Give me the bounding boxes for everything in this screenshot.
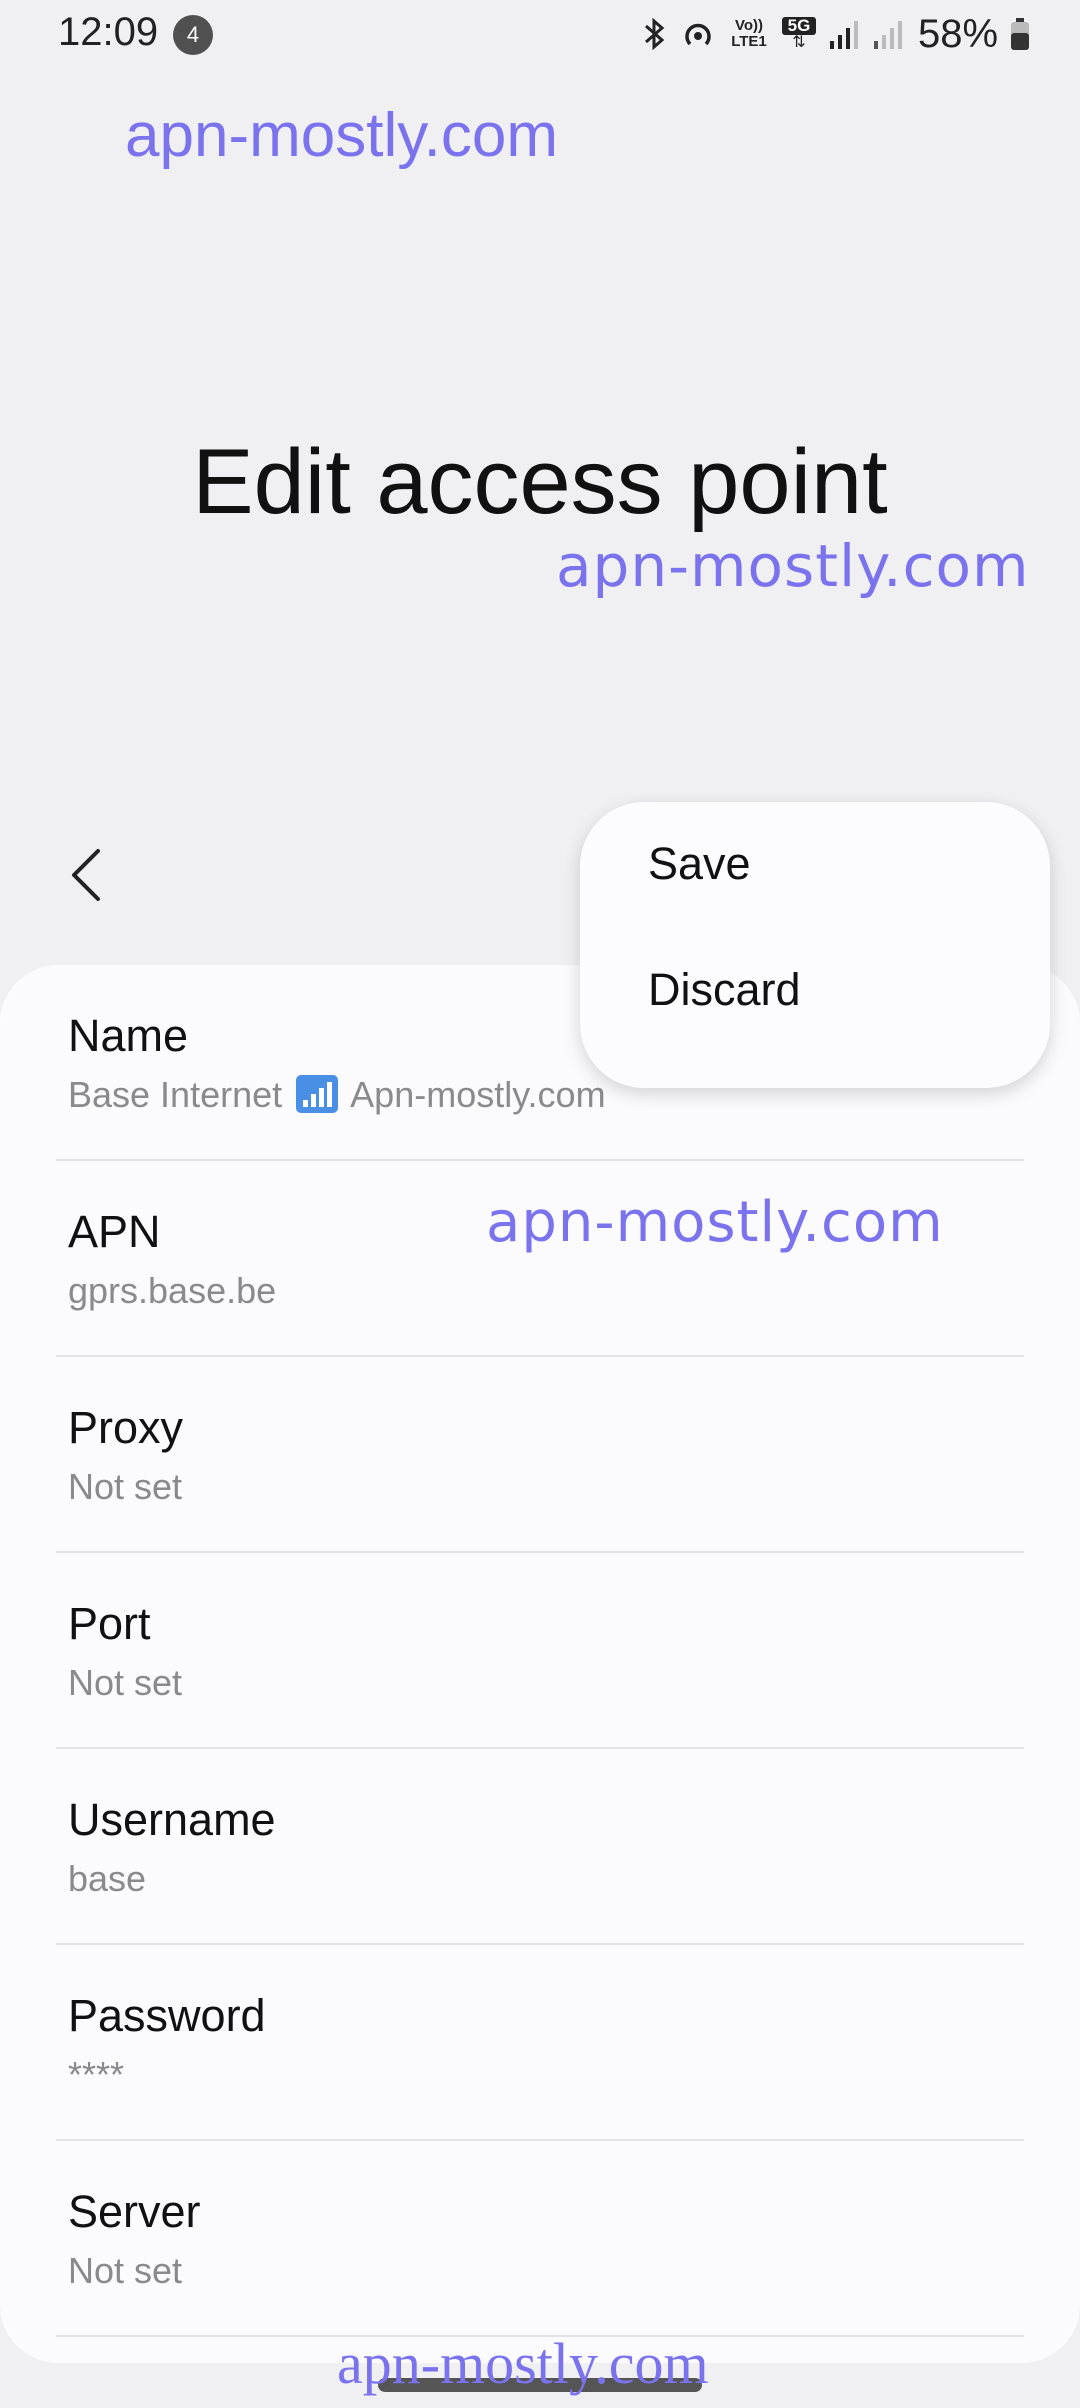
battery-percentage: 58%: [918, 11, 999, 56]
watermark-text: apn-mostly.com: [337, 2331, 709, 2396]
status-bar: 12:09 4 Vo)) LTE1 5G ⇅ 58%: [0, 0, 1080, 70]
back-button[interactable]: [58, 835, 118, 915]
volte-icon: Vo)) LTE1: [731, 17, 767, 50]
field-label: Username: [68, 1794, 276, 1845]
menu-item-save[interactable]: Save: [580, 802, 1050, 922]
field-password[interactable]: Password ****: [56, 1945, 1024, 2141]
watermark-text: apn-mostly.com: [486, 1190, 944, 1255]
field-port[interactable]: Port Not set: [56, 1553, 1024, 1749]
field-value-suffix: Apn-mostly.com: [350, 1074, 606, 1115]
field-label: Name: [68, 1010, 189, 1061]
field-value: Not set: [68, 1662, 183, 1703]
field-label: Server: [68, 2186, 201, 2237]
status-icons: Vo)) LTE1 5G ⇅ 58%: [642, 12, 1030, 56]
field-value: Base Internet Apn-mostly.com: [68, 1074, 606, 1116]
field-label: Password: [68, 1990, 266, 2041]
field-value: ****: [68, 2054, 125, 2095]
field-username[interactable]: Username base: [56, 1749, 1024, 1945]
field-server[interactable]: Server Not set: [56, 2141, 1024, 2337]
field-value: Not set: [68, 2250, 183, 2291]
field-value: Not set: [68, 1466, 183, 1507]
field-proxy[interactable]: Proxy Not set: [56, 1357, 1024, 1553]
chevron-left-icon: [72, 849, 100, 901]
field-label: Port: [68, 1598, 151, 1649]
field-label: Proxy: [68, 1402, 184, 1453]
menu-item-label: Discard: [648, 964, 801, 1015]
overflow-menu: Save Discard: [580, 802, 1050, 1088]
signal-sim1-icon: [830, 21, 858, 49]
page-title: Edit access point: [192, 431, 888, 533]
5g-icon: 5G ⇅: [782, 17, 816, 51]
hotspot-icon: [685, 23, 711, 46]
signal-sim2-icon: [874, 21, 902, 49]
menu-item-discard[interactable]: Discard: [580, 928, 1050, 1048]
fields-card: Name Base Internet Apn-mostly.com APN gp…: [0, 965, 1080, 2363]
watermark-text: apn-mostly.com: [556, 532, 1030, 600]
signal-bars-icon: [296, 1075, 339, 1113]
notification-count-badge: 4: [173, 15, 213, 55]
field-value: base: [68, 1858, 147, 1899]
field-label: APN: [68, 1206, 161, 1257]
watermark-text: apn-mostly.com: [125, 101, 558, 170]
bluetooth-icon: [645, 17, 665, 51]
status-time: 12:09: [58, 10, 159, 54]
menu-item-label: Save: [648, 838, 751, 889]
field-value-prefix: Base Internet: [68, 1074, 283, 1115]
field-value: gprs.base.be: [68, 1270, 277, 1311]
battery-icon: [1011, 18, 1030, 50]
